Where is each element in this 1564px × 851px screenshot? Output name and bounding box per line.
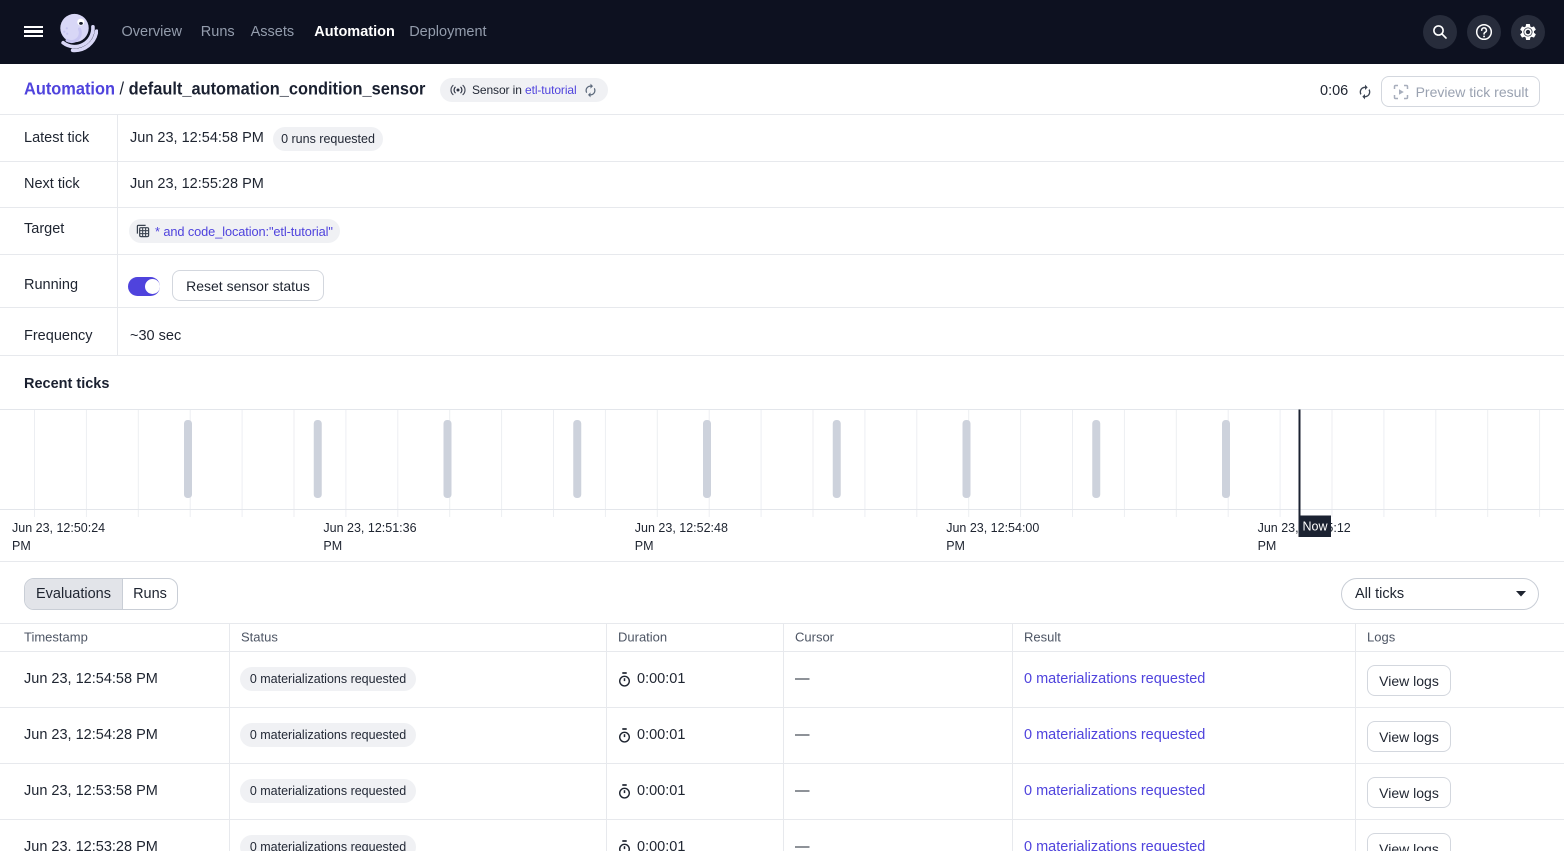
svg-text:Jun 23, 12:54:00: Jun 23, 12:54:00 [946,521,1039,535]
svg-text:PM: PM [323,539,342,553]
svg-text:Jun 23, 12:52:48: Jun 23, 12:52:48 [635,521,728,535]
svg-text:PM: PM [1258,539,1277,553]
svg-text:PM: PM [12,539,31,553]
svg-text:PM: PM [635,539,654,553]
svg-text:Jun 23, 12:50:24: Jun 23, 12:50:24 [12,521,105,535]
svg-text:Jun 23, 12:51:36: Jun 23, 12:51:36 [323,521,416,535]
svg-text:Now: Now [1302,520,1328,534]
svg-text:PM: PM [946,539,965,553]
